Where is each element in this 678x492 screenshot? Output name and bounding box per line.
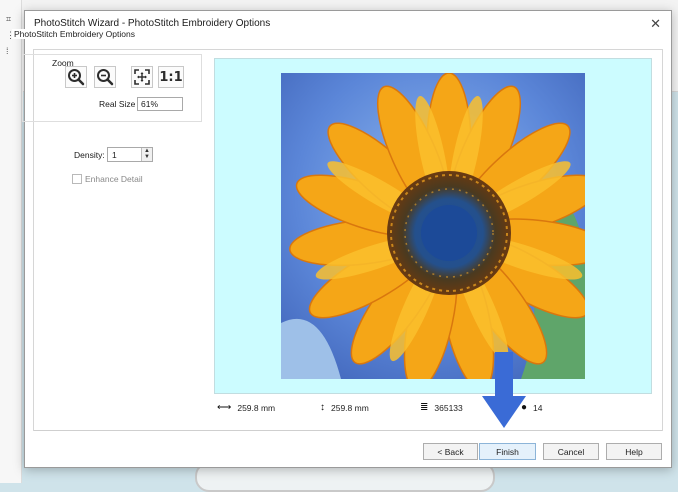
density-label: Density: bbox=[74, 150, 105, 160]
stitch-count-value: 365133 bbox=[434, 402, 463, 413]
sunflower-image bbox=[281, 73, 585, 379]
zoom-out-button[interactable] bbox=[94, 66, 116, 88]
width-value: 259.8 mm bbox=[237, 402, 276, 413]
enhance-detail-checkbox[interactable] bbox=[72, 174, 82, 184]
spin-arrows-icon[interactable]: ▲ ▼ bbox=[141, 148, 152, 161]
density-stepper[interactable]: 1 ▲ ▼ bbox=[107, 147, 153, 162]
pointer-arrow-icon bbox=[482, 352, 526, 428]
real-size-label: Real Size bbox=[99, 99, 136, 109]
density-value: 1 bbox=[112, 150, 117, 160]
footer-divider bbox=[34, 430, 662, 431]
zoom-in-icon bbox=[68, 69, 85, 86]
color-count-value: 14 bbox=[533, 402, 543, 413]
enhance-detail-label: Enhance Detail bbox=[85, 174, 143, 184]
height-arrow-icon: ↕ bbox=[320, 402, 325, 413]
finish-button[interactable]: Finish bbox=[479, 443, 536, 460]
zoom-section bbox=[22, 54, 202, 122]
width-arrow-icon: ⟷ bbox=[217, 402, 232, 413]
actual-size-button[interactable]: 1:1 bbox=[158, 66, 184, 88]
stitch-count-stat: ≣ 365133 bbox=[420, 402, 463, 413]
back-button[interactable]: < Back bbox=[423, 443, 478, 460]
group-label: PhotoStitch Embroidery Options bbox=[12, 29, 137, 39]
window-title: PhotoStitch Wizard - PhotoStitch Embroid… bbox=[34, 18, 271, 29]
height-stat: ↕ 259.8 mm bbox=[320, 402, 369, 413]
bg-tool-icon: ⌗ bbox=[6, 14, 12, 24]
close-icon[interactable]: ✕ bbox=[650, 16, 661, 32]
actual-size-icon: 1:1 bbox=[159, 69, 183, 85]
bg-tool-icon: ⁞ bbox=[6, 46, 9, 56]
fit-to-window-icon bbox=[134, 69, 150, 85]
zoom-in-button[interactable] bbox=[65, 66, 87, 88]
stitch-count-icon: ≣ bbox=[420, 402, 429, 413]
width-stat: ⟷ 259.8 mm bbox=[217, 402, 275, 413]
height-value: 259.8 mm bbox=[331, 402, 369, 413]
real-size-field[interactable]: 61% bbox=[137, 97, 183, 111]
fit-to-window-button[interactable] bbox=[131, 66, 153, 88]
background-app-sidebar: ⌗ ⋮ ⁞ bbox=[0, 0, 22, 483]
zoom-out-icon bbox=[97, 69, 114, 86]
help-button[interactable]: Help bbox=[606, 443, 662, 460]
cancel-button[interactable]: Cancel bbox=[543, 443, 599, 460]
